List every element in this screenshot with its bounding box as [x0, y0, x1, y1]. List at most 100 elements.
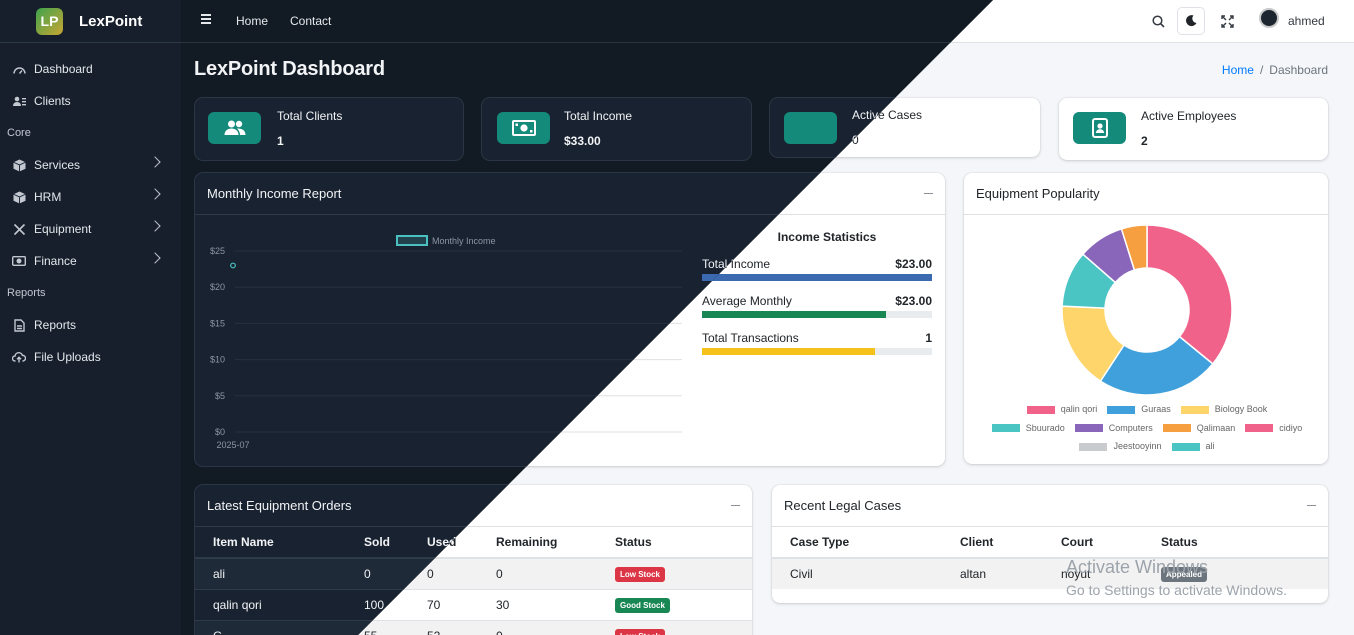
- y-tick-label: $5: [215, 391, 225, 401]
- y-tick-label: $15: [210, 318, 225, 328]
- page-title: LexPoint Dashboard: [194, 58, 385, 80]
- collapse-icon[interactable]: [924, 193, 933, 195]
- sidebar-item-dashboard[interactable]: Dashboard: [0, 53, 181, 85]
- money-icon: [12, 254, 26, 268]
- legend-swatch: [991, 424, 1020, 432]
- legend-swatch: [1074, 424, 1103, 432]
- sidebar-item-file-uploads[interactable]: File Uploads: [0, 341, 181, 373]
- data-point[interactable]: [230, 262, 236, 269]
- sidebar-item-label: Equipment: [34, 222, 92, 236]
- box-icon: [12, 158, 26, 172]
- table-cell: 0: [346, 557, 409, 589]
- sidebar-item-hrm[interactable]: HRM: [0, 181, 181, 213]
- legend-swatch: [1079, 442, 1108, 451]
- sidebar-item-equipment[interactable]: Equipment: [0, 213, 181, 245]
- card-title: Equipment Popularity: [976, 186, 1100, 201]
- legend-item[interactable]: ali: [1171, 438, 1215, 455]
- sidebar-item-reports[interactable]: Reports: [0, 309, 181, 341]
- y-tick-label: $0: [215, 427, 225, 437]
- legend-label: Monthly Income: [432, 236, 496, 246]
- info-value: 1: [277, 134, 284, 148]
- table-cell: Low Stock: [597, 557, 752, 589]
- breadcrumb-home-link[interactable]: Home: [1222, 63, 1254, 77]
- table-cell: 70: [409, 588, 478, 620]
- brand-logo: LP: [36, 7, 63, 35]
- table-cell: Good Stock: [597, 588, 752, 620]
- users-icon: [208, 112, 261, 144]
- table-cell: 30: [478, 588, 597, 620]
- legend-swatch[interactable]: [396, 235, 428, 246]
- info-value: $33.00: [564, 134, 601, 148]
- legend-label: Sbuurado: [1025, 422, 1065, 433]
- column-header: Case Type: [772, 527, 942, 559]
- fullscreen-icon[interactable]: [1216, 10, 1238, 32]
- column-header: Remaining: [478, 527, 597, 559]
- brand[interactable]: LP LexPoint: [0, 0, 181, 43]
- legend-item[interactable]: Jeestooyinn: [1079, 438, 1162, 455]
- x-tick-label: 2025-07: [216, 440, 249, 450]
- table-cell: ali: [195, 557, 346, 589]
- sidebar-nav: Dashboard Clients Core Services HRM Equipment…: [0, 43, 181, 373]
- legend-swatch: [1026, 405, 1055, 414]
- sidebar-item-finance[interactable]: Finance: [0, 245, 181, 277]
- stat-label: Total Transactions: [702, 331, 799, 345]
- legend-label: qalin qori: [1060, 404, 1098, 414]
- chevron-right-icon: [149, 252, 161, 264]
- nav-contact-link[interactable]: Contact: [290, 14, 331, 28]
- legend-item[interactable]: cidiyo: [1245, 420, 1302, 437]
- id-badge-icon: [1073, 112, 1126, 144]
- theme-toggle-icon[interactable]: [1177, 7, 1205, 35]
- nav-home-link[interactable]: Home: [236, 14, 268, 28]
- stat-label: Average Monthly: [702, 294, 792, 308]
- card-title: Latest Equipment Orders: [207, 498, 352, 513]
- legend-swatch: [1171, 442, 1200, 451]
- windows-watermark-title: Activate Windows: [1066, 557, 1209, 577]
- info-label: Active Employees: [1141, 109, 1237, 123]
- sidebar-item-label: Clients: [34, 94, 71, 108]
- table-cell: 0: [478, 619, 597, 635]
- box-icon: [12, 190, 26, 204]
- sidebar-item-label: Dashboard: [34, 62, 93, 76]
- collapse-icon[interactable]: [1307, 505, 1316, 507]
- stat-row: Total Income$23.00: [702, 257, 932, 281]
- card-title: Monthly Income Report: [207, 186, 342, 201]
- legend-item[interactable]: qalin qori: [1026, 401, 1098, 418]
- search-icon[interactable]: [1147, 10, 1169, 32]
- menu-toggle-icon[interactable]: [201, 14, 211, 26]
- stat-progress-fill: [702, 311, 886, 318]
- legend-item[interactable]: Qalimaan: [1162, 420, 1235, 437]
- table-cell: G: [195, 619, 346, 635]
- legend-label: Guraas: [1141, 404, 1171, 414]
- column-header: Status: [597, 527, 752, 559]
- sidebar-item-label: Reports: [34, 318, 77, 332]
- equipment-popularity-card: Equipment Popularity qalin qori Guraas Bio…: [964, 173, 1328, 464]
- card-title: Recent Legal Cases: [784, 498, 902, 513]
- legend-item[interactable]: Guraas: [1107, 401, 1171, 418]
- legend-label: Jeestooyinn: [1113, 441, 1162, 451]
- stat-value: 1: [925, 331, 932, 345]
- username[interactable]: ahmed: [1288, 14, 1325, 28]
- donut-slice[interactable]: [1146, 224, 1233, 365]
- legend-label: ali: [1205, 441, 1215, 451]
- column-header: Client: [942, 527, 1043, 559]
- donut-legend: qalin qori Guraas Biology Book Sbuurado Comp…: [982, 401, 1312, 457]
- brand-name: LexPoint: [79, 12, 143, 30]
- column-header: Item Name: [195, 527, 346, 559]
- breadcrumb-current: Dashboard: [1269, 63, 1328, 77]
- legend-swatch: [1245, 424, 1274, 432]
- users-icon: [12, 94, 26, 108]
- legend-item[interactable]: Computers: [1074, 420, 1153, 437]
- sidebar-item-clients[interactable]: Clients: [0, 85, 181, 117]
- info-value: 2: [1141, 134, 1148, 148]
- avatar[interactable]: [1259, 8, 1279, 28]
- legend-item[interactable]: Sbuurado: [991, 420, 1065, 437]
- chevron-right-icon: [149, 156, 161, 168]
- windows-watermark-subtitle: Go to Settings to activate Windows.: [1066, 582, 1287, 598]
- sidebar-item-services[interactable]: Services: [0, 149, 181, 181]
- sidebar: LP LexPoint Dashboard Clients Core Services…: [0, 0, 181, 635]
- collapse-icon[interactable]: [731, 505, 740, 507]
- stat-progress-fill: [702, 274, 932, 281]
- legend-item[interactable]: Biology Book: [1180, 401, 1267, 418]
- file-icon: [12, 318, 26, 332]
- chevron-right-icon: [149, 188, 161, 200]
